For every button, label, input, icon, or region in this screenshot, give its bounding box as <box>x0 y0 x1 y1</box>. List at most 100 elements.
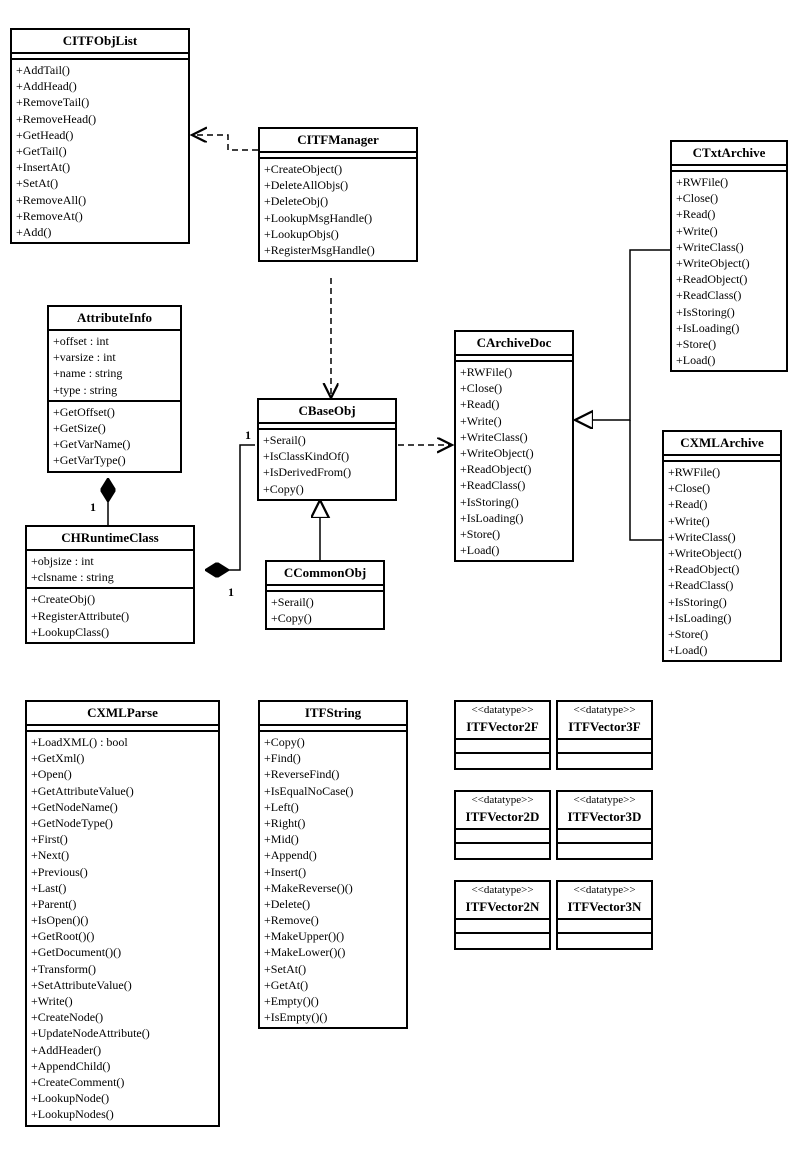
class-member: +Left() <box>264 799 402 815</box>
class-stereo: <<datatype>> <box>558 702 651 716</box>
class-member: +InsertAt() <box>16 159 184 175</box>
class-ops: +LoadXML() : bool+GetXml()+Open()+GetAtt… <box>27 732 218 1125</box>
class-title: ITFVector3F <box>558 716 651 740</box>
class-member: +Delete() <box>264 896 402 912</box>
class-member: +CreateNode() <box>31 1009 214 1025</box>
class-member: +IsStoring() <box>668 594 776 610</box>
class-member: +LookupNode() <box>31 1090 214 1106</box>
class-title: CTxtArchive <box>672 142 786 166</box>
class-member: +Load() <box>676 352 782 368</box>
class-member: +IsLoading() <box>676 320 782 336</box>
class-itfvector2f: <<datatype>> ITFVector2F <box>454 700 551 770</box>
class-member: +SetAttributeValue() <box>31 977 214 993</box>
class-member: +AddHeader() <box>31 1042 214 1058</box>
class-member: +Write() <box>460 413 568 429</box>
class-member: +IsLoading() <box>460 510 568 526</box>
class-member: +ReadClass() <box>676 287 782 303</box>
class-member: +name : string <box>53 365 176 381</box>
class-member: +GetNodeType() <box>31 815 214 831</box>
class-citfmanager: CITFManager +CreateObject()+DeleteAllObj… <box>258 127 418 262</box>
class-member: +clsname : string <box>31 569 189 585</box>
class-ops: +Serail()+IsClassKindOf()+IsDerivedFrom(… <box>259 430 395 499</box>
class-member: +IsEmpty()() <box>264 1009 402 1025</box>
class-itfvector2n: <<datatype>> ITFVector2N <box>454 880 551 950</box>
class-member: +WriteClass() <box>676 239 782 255</box>
class-member: +UpdateNodeAttribute() <box>31 1025 214 1041</box>
class-member: +ReadObject() <box>460 461 568 477</box>
class-member: +DeleteAllObjs() <box>264 177 412 193</box>
class-ops: +RWFile()+Close()+Read()+Write()+WriteCl… <box>664 462 780 660</box>
class-member: +type : string <box>53 382 176 398</box>
class-member: +Store() <box>460 526 568 542</box>
class-member: +Right() <box>264 815 402 831</box>
class-attrs: +offset : int+varsize : int+name : strin… <box>49 331 180 402</box>
class-member: +GetNodeName() <box>31 799 214 815</box>
class-member: +WriteClass() <box>668 529 776 545</box>
class-member: +SetAt() <box>264 961 402 977</box>
class-title: ITFVector2N <box>456 896 549 920</box>
class-member: +Copy() <box>271 610 379 626</box>
class-member: +RWFile() <box>676 174 782 190</box>
class-ops: +Copy()+Find()+ReverseFind()+IsEqualNoCa… <box>260 732 406 1027</box>
class-title: CITFManager <box>260 129 416 153</box>
class-cxmlparse: CXMLParse +LoadXML() : bool+GetXml()+Ope… <box>25 700 220 1127</box>
class-member: +Store() <box>676 336 782 352</box>
class-member: +ReverseFind() <box>264 766 402 782</box>
class-member: +GetOffset() <box>53 404 176 420</box>
class-member: +Load() <box>668 642 776 658</box>
class-title: CITFObjList <box>12 30 188 54</box>
class-member: +Insert() <box>264 864 402 880</box>
class-member: +Remove() <box>264 912 402 928</box>
class-member: +CreateComment() <box>31 1074 214 1090</box>
class-member: +Last() <box>31 880 214 896</box>
class-member: +Load() <box>460 542 568 558</box>
class-member: +Mid() <box>264 831 402 847</box>
class-citfobjlist: CITFObjList +AddTail()+AddHead()+RemoveT… <box>10 28 190 244</box>
class-itfvector3n: <<datatype>> ITFVector3N <box>556 880 653 950</box>
class-cbaseobj: CBaseObj +Serail()+IsClassKindOf()+IsDer… <box>257 398 397 501</box>
class-member: +GetAt() <box>264 977 402 993</box>
class-itfvector3d: <<datatype>> ITFVector3D <box>556 790 653 860</box>
class-member: +Read() <box>676 206 782 222</box>
class-member: +Store() <box>668 626 776 642</box>
class-member: +Previous() <box>31 864 214 880</box>
class-ops: +RWFile()+Close()+Read()+Write()+WriteCl… <box>456 362 572 560</box>
class-member: +Next() <box>31 847 214 863</box>
class-member: +RegisterMsgHandle() <box>264 242 412 258</box>
class-member: +Close() <box>668 480 776 496</box>
class-member: +GetRoot()() <box>31 928 214 944</box>
class-member: +LoadXML() : bool <box>31 734 214 750</box>
class-member: +MakeReverse()() <box>264 880 402 896</box>
class-title: CBaseObj <box>259 400 395 424</box>
class-ops: +Serail()+Copy() <box>267 592 383 628</box>
class-member: +GetVarName() <box>53 436 176 452</box>
class-title: ITFVector3N <box>558 896 651 920</box>
class-member: +First() <box>31 831 214 847</box>
class-member: +Read() <box>460 396 568 412</box>
class-member: +Copy() <box>264 734 402 750</box>
class-member: +Close() <box>460 380 568 396</box>
class-member: +MakeUpper()() <box>264 928 402 944</box>
multiplicity-label: 1 <box>228 585 234 600</box>
class-member: +ReadObject() <box>668 561 776 577</box>
class-member: +Add() <box>16 224 184 240</box>
class-member: +Open() <box>31 766 214 782</box>
class-title: ITFString <box>260 702 406 726</box>
class-member: +AddTail() <box>16 62 184 78</box>
class-attributeinfo: AttributeInfo +offset : int+varsize : in… <box>47 305 182 473</box>
class-member: +WriteObject() <box>676 255 782 271</box>
class-ops: +GetOffset()+GetSize()+GetVarName()+GetV… <box>49 402 180 471</box>
class-ops: +CreateObject()+DeleteAllObjs()+DeleteOb… <box>260 159 416 260</box>
class-member: +IsClassKindOf() <box>263 448 391 464</box>
class-member: +Transform() <box>31 961 214 977</box>
class-member: +AddHead() <box>16 78 184 94</box>
class-stereo: <<datatype>> <box>456 702 549 716</box>
class-member: +GetVarType() <box>53 452 176 468</box>
class-member: +ReadClass() <box>460 477 568 493</box>
class-member: +LookupMsgHandle() <box>264 210 412 226</box>
class-member: +AppendChild() <box>31 1058 214 1074</box>
class-stereo: <<datatype>> <box>558 882 651 896</box>
class-member: +Write() <box>668 513 776 529</box>
class-title: CCommonObj <box>267 562 383 586</box>
multiplicity-label: 1 <box>245 428 251 443</box>
